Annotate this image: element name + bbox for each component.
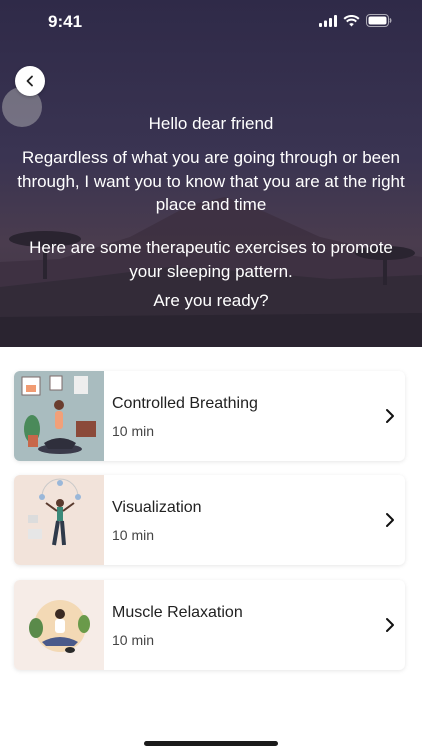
message-text: Regardless of what you are going through…	[17, 148, 405, 214]
home-indicator[interactable]	[144, 741, 278, 746]
chevron-left-icon	[26, 75, 33, 87]
greeting-text: Hello dear friend	[148, 114, 274, 133]
exercise-card-controlled-breathing[interactable]: Controlled Breathing 10 min	[14, 371, 405, 461]
exercise-title: Visualization	[112, 499, 202, 516]
exercise-title: Muscle Relaxation	[112, 604, 243, 621]
visualization-illustration	[14, 475, 104, 565]
exercise-duration: 10 min	[112, 423, 155, 439]
chevron-right-icon	[386, 409, 394, 423]
exercise-card-muscle-relaxation[interactable]: Muscle Relaxation 10 min	[14, 580, 405, 670]
ready-prompt: Are you ready?	[153, 291, 269, 310]
exercise-duration: 10 min	[112, 527, 155, 543]
back-button[interactable]	[15, 66, 45, 96]
status-time: 9:41	[48, 12, 83, 31]
exercise-card-visualization[interactable]: Visualization 10 min	[14, 475, 405, 565]
exercise-duration: 10 min	[112, 632, 155, 648]
breathing-illustration	[14, 371, 104, 461]
exercise-intro-text: Here are some therapeutic exercises to p…	[29, 238, 393, 281]
chevron-right-icon	[386, 618, 394, 632]
hero-header: 9:41 Hello dear friend Regardless of wha…	[0, 0, 422, 347]
chevron-right-icon	[386, 513, 394, 527]
status-bar: 9:41	[0, 0, 422, 44]
wifi-icon	[343, 14, 360, 26]
battery-icon	[366, 14, 392, 27]
exercise-title: Controlled Breathing	[112, 395, 258, 412]
signal-icon	[319, 14, 337, 27]
status-icons	[319, 14, 392, 27]
relaxation-illustration	[14, 580, 104, 670]
